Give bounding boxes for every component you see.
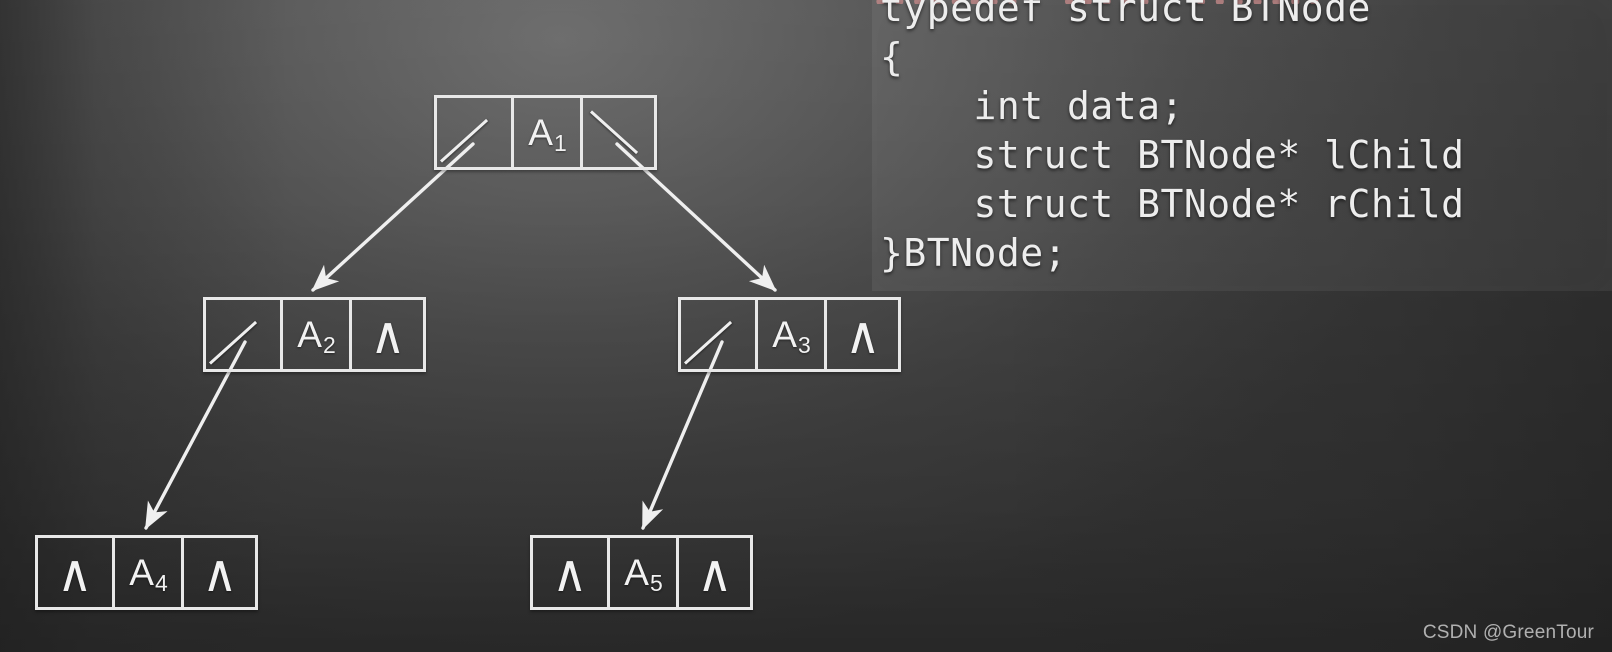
- right-pointer-cell: ∧: [349, 300, 423, 369]
- tree-node-a5: ∧ A5 ∧: [530, 535, 753, 610]
- pointer-stub-icon: [439, 118, 489, 163]
- pointer-stub-icon: [683, 320, 733, 365]
- node-data-label: A2: [297, 314, 336, 358]
- null-pointer-icon: ∧: [552, 542, 588, 603]
- tree-node-a4: ∧ A4 ∧: [35, 535, 258, 610]
- node-data-subscript: 1: [553, 130, 567, 156]
- data-cell: A1: [510, 98, 581, 167]
- left-pointer-cell: [206, 300, 280, 369]
- left-pointer-cell: [681, 300, 755, 369]
- node-data-label: A5: [624, 552, 663, 596]
- null-pointer-icon: ∧: [370, 304, 406, 365]
- tree-node-a3: A3 ∧: [678, 297, 901, 372]
- data-cell: A4: [111, 538, 182, 607]
- pointer-stub-icon: [590, 110, 639, 155]
- tree-node-a2: A2 ∧: [203, 297, 426, 372]
- left-pointer-cell: ∧: [533, 538, 607, 607]
- data-cell: A2: [279, 300, 350, 369]
- node-data-label: A3: [772, 314, 811, 358]
- left-pointer-cell: [437, 98, 511, 167]
- right-pointer-cell: ∧: [676, 538, 750, 607]
- tree-node-a1: A1: [434, 95, 657, 170]
- code-block: typedef struct BTNode { int data; struct…: [880, 0, 1465, 275]
- code-panel: •••••••• ••••• ••••••• typedef struct BT…: [872, 0, 1612, 291]
- node-data-subscript: 3: [797, 332, 811, 358]
- screenshot-root: A1 A2 ∧ A3 ∧ ∧ A4 ∧ ∧ A5 ∧ •••••••• ••••• ••••••• …: [0, 0, 1612, 652]
- node-data-subscript: 4: [154, 570, 168, 596]
- right-pointer-cell: ∧: [181, 538, 255, 607]
- watermark-label: CSDN @GreenTour: [1422, 622, 1594, 643]
- node-data-subscript: 2: [322, 332, 336, 358]
- data-cell: A3: [754, 300, 825, 369]
- null-pointer-icon: ∧: [697, 542, 733, 603]
- node-data-label: A4: [129, 552, 168, 596]
- null-pointer-icon: ∧: [845, 304, 881, 365]
- left-pointer-cell: ∧: [38, 538, 112, 607]
- node-data-subscript: 5: [649, 570, 663, 596]
- right-pointer-cell: [580, 98, 654, 167]
- right-pointer-cell: ∧: [824, 300, 898, 369]
- data-cell: A5: [606, 538, 677, 607]
- null-pointer-icon: ∧: [57, 542, 93, 603]
- node-data-label: A1: [528, 112, 567, 156]
- pointer-stub-icon: [208, 320, 258, 365]
- null-pointer-icon: ∧: [202, 542, 238, 603]
